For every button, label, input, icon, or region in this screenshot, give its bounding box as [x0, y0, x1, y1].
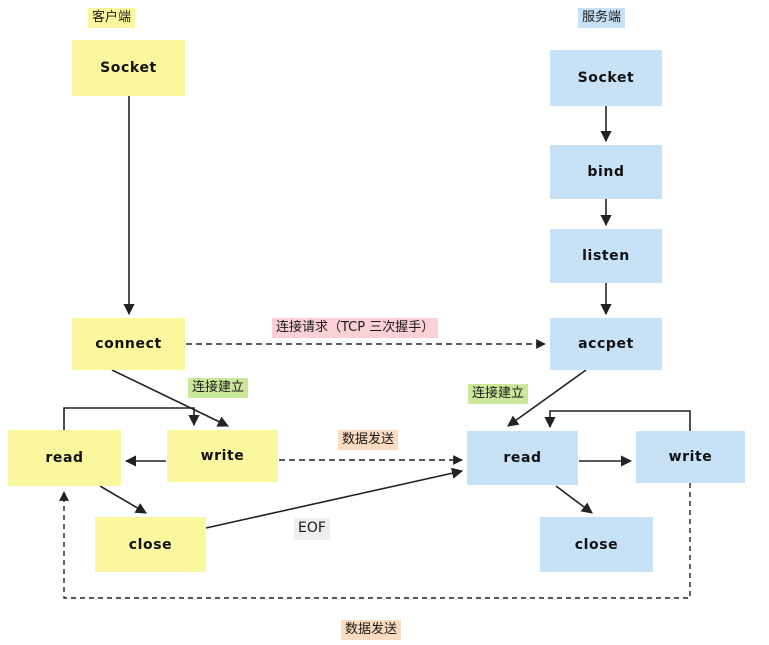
edge-client-read-to-close [99, 485, 147, 514]
label-connection-established-client: 连接建立 [188, 378, 249, 399]
node-label: listen [582, 248, 630, 264]
label-data-send-server-to-client: 数据发送 [341, 620, 402, 641]
edge-server-read-to-close [555, 485, 593, 514]
label-header-server: 服务端 [578, 8, 626, 29]
node-server-read[interactable]: read [467, 431, 578, 485]
tcp-socket-flow-diagram: accept : TCP handshake --> server read :… [0, 0, 769, 645]
node-label: close [574, 536, 619, 553]
node-client-read[interactable]: read [8, 430, 121, 486]
node-label: write [668, 449, 713, 465]
node-server-close[interactable]: close [540, 517, 653, 572]
node-label: Socket [100, 60, 157, 76]
node-client-write[interactable]: write [167, 430, 278, 482]
node-label: read [45, 450, 84, 466]
node-server-bind[interactable]: bind [550, 145, 662, 199]
label-header-client: 客户端 [88, 8, 136, 29]
label-data-send-client-to-server: 数据发送 [338, 430, 399, 451]
node-server-listen[interactable]: listen [550, 229, 662, 283]
edge-server-write-loop-to-read [544, 410, 691, 431]
node-client-socket[interactable]: Socket [72, 40, 185, 96]
node-server-write[interactable]: write [636, 431, 745, 483]
node-label: read [503, 450, 542, 466]
label-connection-established-server: 连接建立 [468, 384, 529, 405]
node-client-close[interactable]: close [95, 517, 206, 572]
node-label: accpet [578, 336, 634, 352]
node-client-connect[interactable]: connect [72, 318, 185, 370]
node-label: bind [587, 164, 625, 180]
edge-client-read-loop-to-write [63, 407, 200, 430]
label-eof: EOF [294, 518, 330, 540]
node-label: close [128, 536, 173, 553]
node-label: connect [95, 336, 162, 352]
label-handshake: 连接请求（TCP 三次握手） [272, 318, 439, 339]
node-label: write [200, 448, 245, 464]
node-server-accept[interactable]: accpet [550, 318, 662, 370]
node-server-socket[interactable]: Socket [550, 50, 662, 106]
node-label: Socket [577, 70, 635, 86]
